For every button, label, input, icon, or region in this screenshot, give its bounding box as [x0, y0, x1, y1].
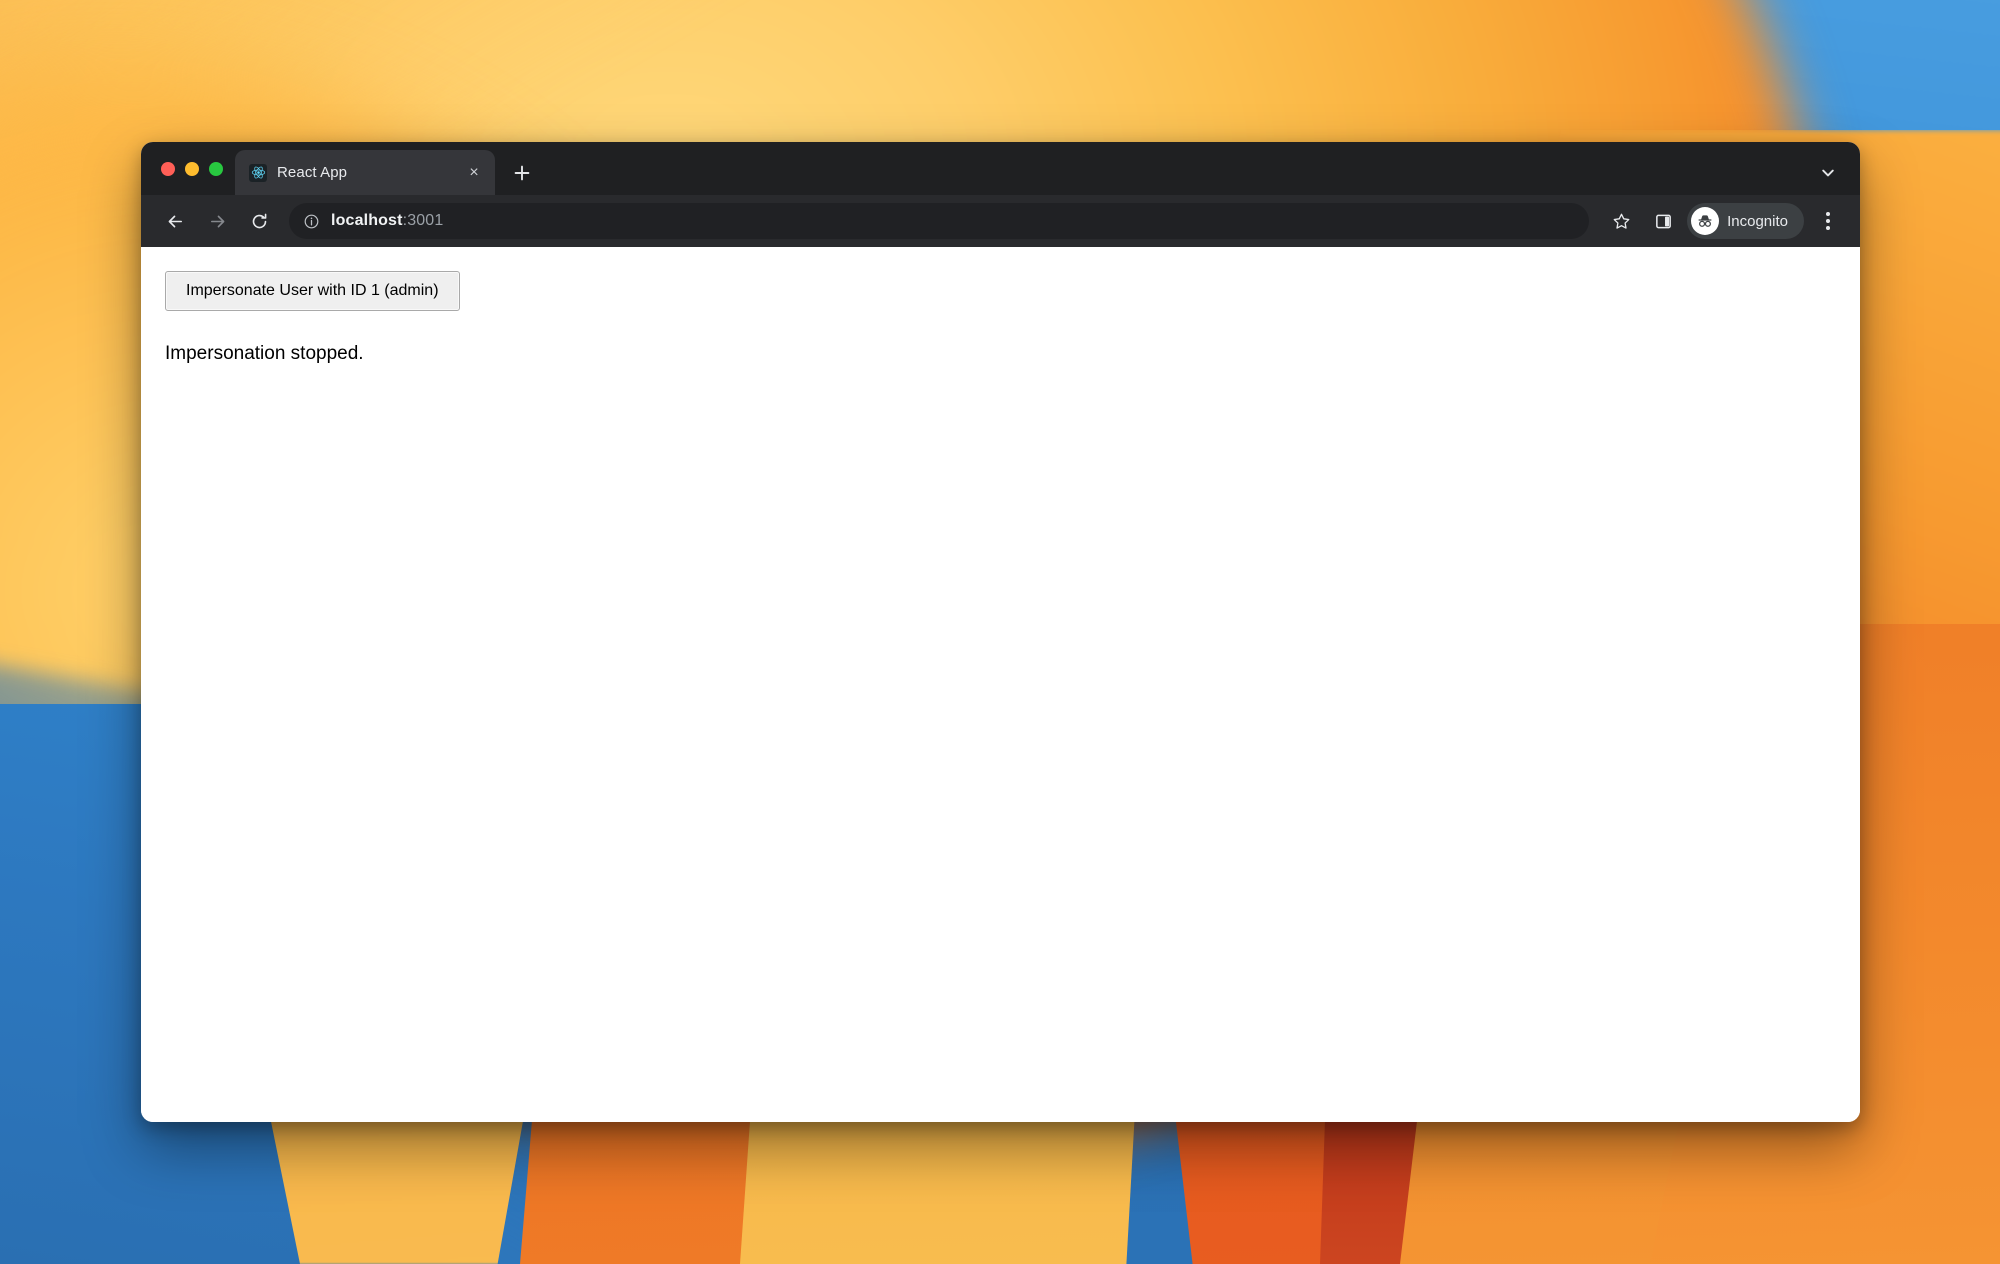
menu-dot	[1826, 226, 1830, 230]
browser-tab-react-app[interactable]: React App ×	[235, 150, 495, 195]
address-bar-host: localhost	[331, 212, 403, 229]
desktop-wallpaper: React App × localhost:3001 Incognito Imp…	[0, 0, 2000, 1264]
tab-title: React App	[277, 164, 348, 181]
minimize-window-button[interactable]	[185, 161, 199, 176]
menu-dot	[1826, 219, 1830, 223]
address-bar[interactable]: localhost:3001	[289, 203, 1590, 239]
new-tab-button[interactable]	[503, 154, 541, 192]
side-panel-icon[interactable]	[1643, 201, 1683, 241]
react-logo-icon	[249, 163, 267, 182]
browser-window: React App × localhost:3001 Incognito Imp…	[141, 142, 1860, 1122]
address-bar-port: :3001	[402, 212, 444, 229]
close-window-button[interactable]	[161, 161, 175, 176]
back-arrow-icon[interactable]	[155, 201, 195, 241]
window-controls	[141, 142, 235, 195]
menu-dot	[1826, 212, 1830, 216]
page-viewport: Impersonate User with ID 1 (admin) Imper…	[141, 247, 1860, 1122]
three-dot-menu-icon[interactable]	[1810, 201, 1846, 241]
browser-toolbar: localhost:3001 Incognito	[141, 195, 1860, 247]
maximize-window-button[interactable]	[209, 161, 223, 176]
incognito-hat-glasses-icon	[1691, 207, 1720, 235]
close-tab-button[interactable]: ×	[463, 162, 485, 184]
star-icon[interactable]	[1601, 201, 1641, 241]
tab-strip: React App ×	[141, 142, 1860, 195]
profile-label: Incognito	[1727, 212, 1788, 230]
chevron-down-icon[interactable]	[1808, 150, 1848, 195]
info-circle-icon[interactable]	[303, 213, 320, 230]
profile-incognito-pill[interactable]: Incognito	[1687, 203, 1804, 239]
impersonation-status-text: Impersonation stopped.	[165, 343, 364, 365]
reload-icon[interactable]	[239, 201, 279, 241]
address-bar-text: localhost:3001	[331, 212, 443, 230]
forward-arrow-icon[interactable]	[197, 201, 237, 241]
impersonate-user-button[interactable]: Impersonate User with ID 1 (admin)	[165, 271, 460, 312]
